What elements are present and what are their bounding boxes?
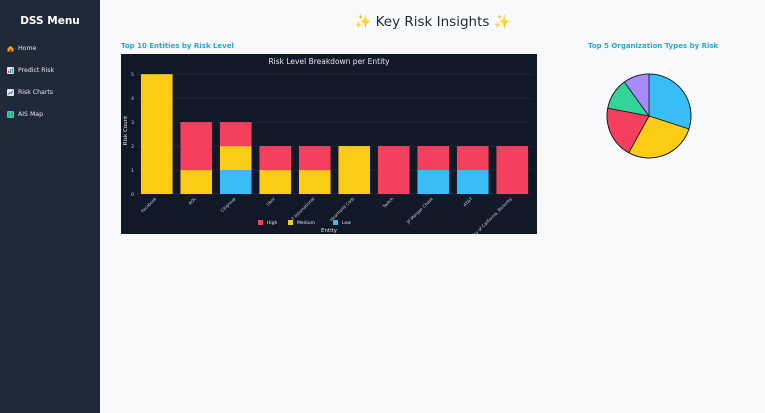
page-title-text: Key Risk Insights bbox=[375, 14, 490, 30]
y-tick-label: 3 bbox=[131, 120, 134, 126]
section-label-top-entities: Top 10 Entities by Risk Level bbox=[121, 42, 234, 50]
section-label-top-org-types: Top 5 Organization Types by Risk bbox=[588, 42, 719, 50]
legend-label: Low bbox=[342, 220, 351, 226]
bar-segment-high bbox=[219, 122, 252, 147]
x-tick-label: Citigroup bbox=[219, 196, 236, 213]
bar-segment-high bbox=[298, 146, 331, 171]
bar-segment-low bbox=[219, 170, 252, 194]
page-title: ✨ Key Risk Insights ✨ bbox=[100, 14, 765, 30]
bar-chart-icon bbox=[7, 66, 14, 74]
map-icon bbox=[7, 110, 14, 118]
bar-segment-high bbox=[496, 146, 529, 194]
line-chart-icon bbox=[7, 88, 14, 96]
bar-segment-medium bbox=[180, 170, 213, 194]
x-tick-label: JP Morgan Chase bbox=[405, 196, 434, 225]
x-tick-label: T International bbox=[290, 196, 316, 222]
x-tick-label: Facebook bbox=[140, 196, 158, 214]
bar-segment-medium bbox=[298, 170, 331, 194]
bar-segment-high bbox=[377, 146, 410, 194]
org-type-pie-chart[interactable] bbox=[601, 68, 697, 164]
x-tick-label: AT&T bbox=[462, 196, 474, 208]
y-tick-label: 0 bbox=[131, 192, 134, 198]
bar-chart-svg: Risk Level Breakdown per Entity 0 1 2 3 4 5 Ris… bbox=[123, 57, 532, 234]
y-tick-label: 4 bbox=[131, 96, 134, 102]
x-tick-label: Twitch bbox=[381, 196, 395, 210]
bar-segment-high bbox=[456, 146, 489, 171]
bar-segment-medium bbox=[219, 146, 252, 171]
bar-segment-low bbox=[456, 170, 489, 194]
bar-segment-high bbox=[259, 146, 292, 171]
nav-item-label: AIS Map bbox=[18, 110, 44, 118]
legend-label: Medium bbox=[297, 220, 315, 226]
house-icon bbox=[7, 45, 14, 52]
sidebar: DSS Menu Home Predict Risk Risk Charts A… bbox=[0, 0, 100, 413]
x-tick-label: AOL bbox=[187, 196, 197, 206]
bar-segment-medium bbox=[259, 170, 292, 194]
legend-label: High bbox=[267, 220, 277, 226]
x-tick-label: Heartland Corp bbox=[329, 196, 355, 222]
sparkle-icon: ✨ bbox=[493, 14, 511, 30]
legend-swatch-high bbox=[258, 220, 263, 225]
bar-segment-medium bbox=[338, 146, 371, 194]
y-axis-label: Risk Count bbox=[123, 115, 129, 145]
sparkle-icon: ✨ bbox=[354, 14, 372, 30]
y-tick-label: 5 bbox=[131, 72, 134, 78]
sidebar-title: DSS Menu bbox=[20, 15, 80, 27]
x-tick-label: Uber bbox=[265, 196, 276, 207]
y-tick-label: 1 bbox=[131, 168, 134, 174]
y-tick-label: 2 bbox=[131, 144, 134, 150]
nav-item-ais-map[interactable]: AIS Map bbox=[7, 107, 43, 121]
bar-segment-medium bbox=[140, 74, 173, 194]
nav-item-predict-risk[interactable]: Predict Risk bbox=[7, 63, 54, 77]
nav-item-risk-charts[interactable]: Risk Charts bbox=[7, 85, 53, 99]
legend-swatch-medium bbox=[288, 220, 293, 225]
bar-segment-low bbox=[417, 170, 450, 194]
bar-segment-high bbox=[180, 122, 213, 171]
nav-item-label: Predict Risk bbox=[18, 66, 55, 74]
legend-swatch-low bbox=[333, 220, 338, 225]
nav-item-home[interactable]: Home bbox=[7, 41, 36, 55]
risk-breakdown-chart[interactable]: Risk Level Breakdown per Entity 0 1 2 3 4 5 Ris… bbox=[121, 54, 537, 234]
bar-segment-high bbox=[417, 146, 450, 171]
nav-item-label: Home bbox=[18, 44, 37, 52]
nav-item-label: Risk Charts bbox=[18, 88, 54, 96]
chart-title: Risk Level Breakdown per Entity bbox=[268, 57, 390, 66]
x-axis-label: Entity bbox=[321, 228, 338, 234]
